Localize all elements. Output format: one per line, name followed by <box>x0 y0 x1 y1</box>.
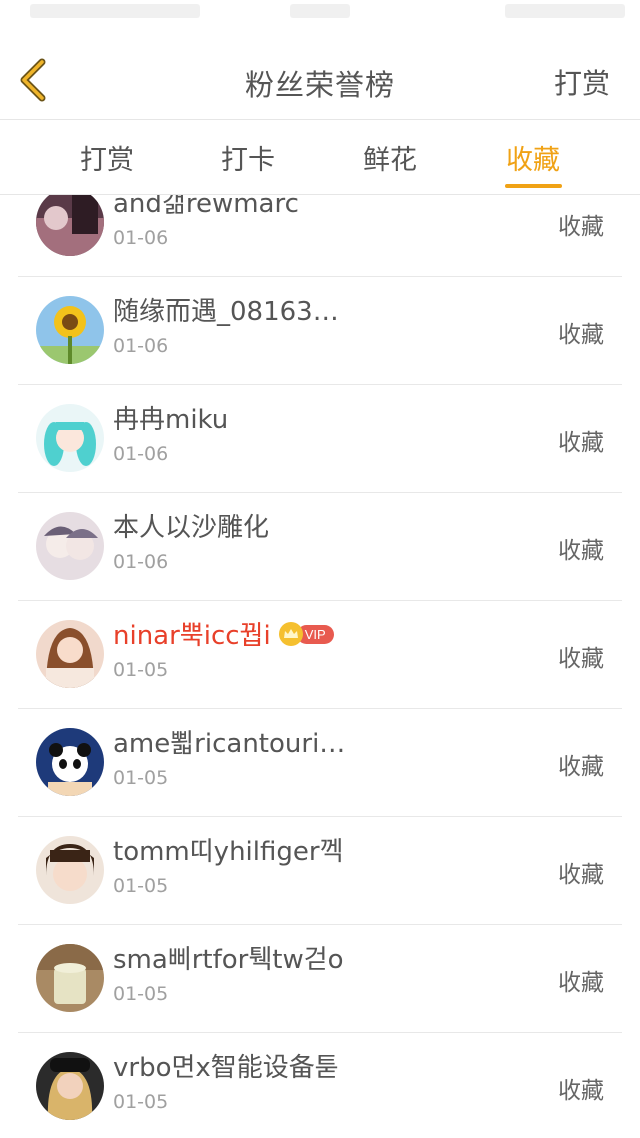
fan-action: 收藏 <box>558 430 604 456</box>
fan-name: ninar뿍icc꿥i VIP <box>113 615 334 652</box>
avatar[interactable] <box>36 620 104 688</box>
list-item[interactable]: ninar뿍icc꿥i VIP 01-05 收藏 <box>18 601 622 709</box>
avatar[interactable] <box>36 728 104 796</box>
tab-reward[interactable]: 打赏 <box>57 138 157 177</box>
status-bar <box>0 0 640 40</box>
list-item[interactable]: ame뾟ricantouri… 01-05 收藏 <box>18 709 622 817</box>
status-bar-time <box>290 4 350 18</box>
fan-action: 收藏 <box>558 538 604 564</box>
fan-action: 收藏 <box>558 214 604 240</box>
reward-button[interactable]: 打赏 <box>554 62 610 102</box>
avatar[interactable] <box>36 836 104 904</box>
list-item[interactable]: tomm띠yhilfiger껙 01-05 收藏 <box>18 817 622 925</box>
active-tab-indicator <box>505 184 562 188</box>
fan-date: 01-05 <box>113 1091 169 1113</box>
list-item[interactable]: sma삐rtfor퉥tw걷o 01-05 收藏 <box>18 925 622 1033</box>
fan-action: 收藏 <box>558 1078 604 1104</box>
list-item[interactable]: vrbo면x智能设备툳 01-05 收藏 <box>18 1033 622 1138</box>
avatar[interactable] <box>36 944 104 1012</box>
fan-date: 01-05 <box>113 659 169 681</box>
fan-name: 本人以沙雕化 <box>113 513 270 543</box>
fan-action: 收藏 <box>558 646 604 672</box>
fan-action: 收藏 <box>558 754 604 780</box>
page-title: 粉丝荣誉榜 <box>244 68 395 102</box>
list-item[interactable]: 随缘而遇_08163… 01-06 收藏 <box>18 277 622 385</box>
fan-action: 收藏 <box>558 862 604 888</box>
list-item[interactable]: 本人以沙雕化 01-06 收藏 <box>18 493 622 601</box>
status-bar-left <box>30 4 200 18</box>
fan-date: 01-06 <box>113 335 169 357</box>
avatar[interactable] <box>36 296 104 364</box>
avatar[interactable] <box>36 195 104 256</box>
fan-date: 01-06 <box>113 443 169 465</box>
nav-bar: 粉丝荣誉榜 打赏 <box>0 40 640 120</box>
avatar[interactable] <box>36 512 104 580</box>
fan-date: 01-05 <box>113 983 169 1005</box>
vip-badge: VIP <box>278 619 334 649</box>
fan-name: 随缘而遇_08163… <box>113 297 339 327</box>
status-bar-right <box>505 4 625 18</box>
fan-name: and갦rewmarc <box>113 195 299 219</box>
fan-date: 01-06 <box>113 227 169 249</box>
fan-date: 01-05 <box>113 875 169 897</box>
tab-favorites[interactable]: 收藏 <box>483 138 583 177</box>
crown-icon <box>278 622 303 646</box>
fan-name: 冉冉miku <box>113 405 229 435</box>
list-item[interactable]: and갦rewmarc 01-06 收藏 <box>18 195 622 277</box>
tab-checkin[interactable]: 打卡 <box>198 138 298 177</box>
tab-flowers[interactable]: 鲜花 <box>340 138 440 177</box>
fan-name: vrbo면x智能设备툳 <box>113 1053 339 1083</box>
fan-date: 01-06 <box>113 551 169 573</box>
fan-action: 收藏 <box>558 322 604 348</box>
list-item[interactable]: 冉冉miku 01-06 收藏 <box>18 385 622 493</box>
fans-list[interactable]: and갦rewmarc 01-06 收藏 随缘而遇_08163… 01-06 收… <box>0 195 640 1138</box>
avatar[interactable] <box>36 404 104 472</box>
fan-date: 01-05 <box>113 767 169 789</box>
fan-name-text: ninar뿍icc꿥i <box>113 621 271 651</box>
fan-name: tomm띠yhilfiger껙 <box>113 837 344 867</box>
avatar[interactable] <box>36 1052 104 1120</box>
fan-name: ame뾟ricantouri… <box>113 729 346 759</box>
fan-action: 收藏 <box>558 970 604 996</box>
fan-name: sma삐rtfor퉥tw걷o <box>113 945 344 975</box>
